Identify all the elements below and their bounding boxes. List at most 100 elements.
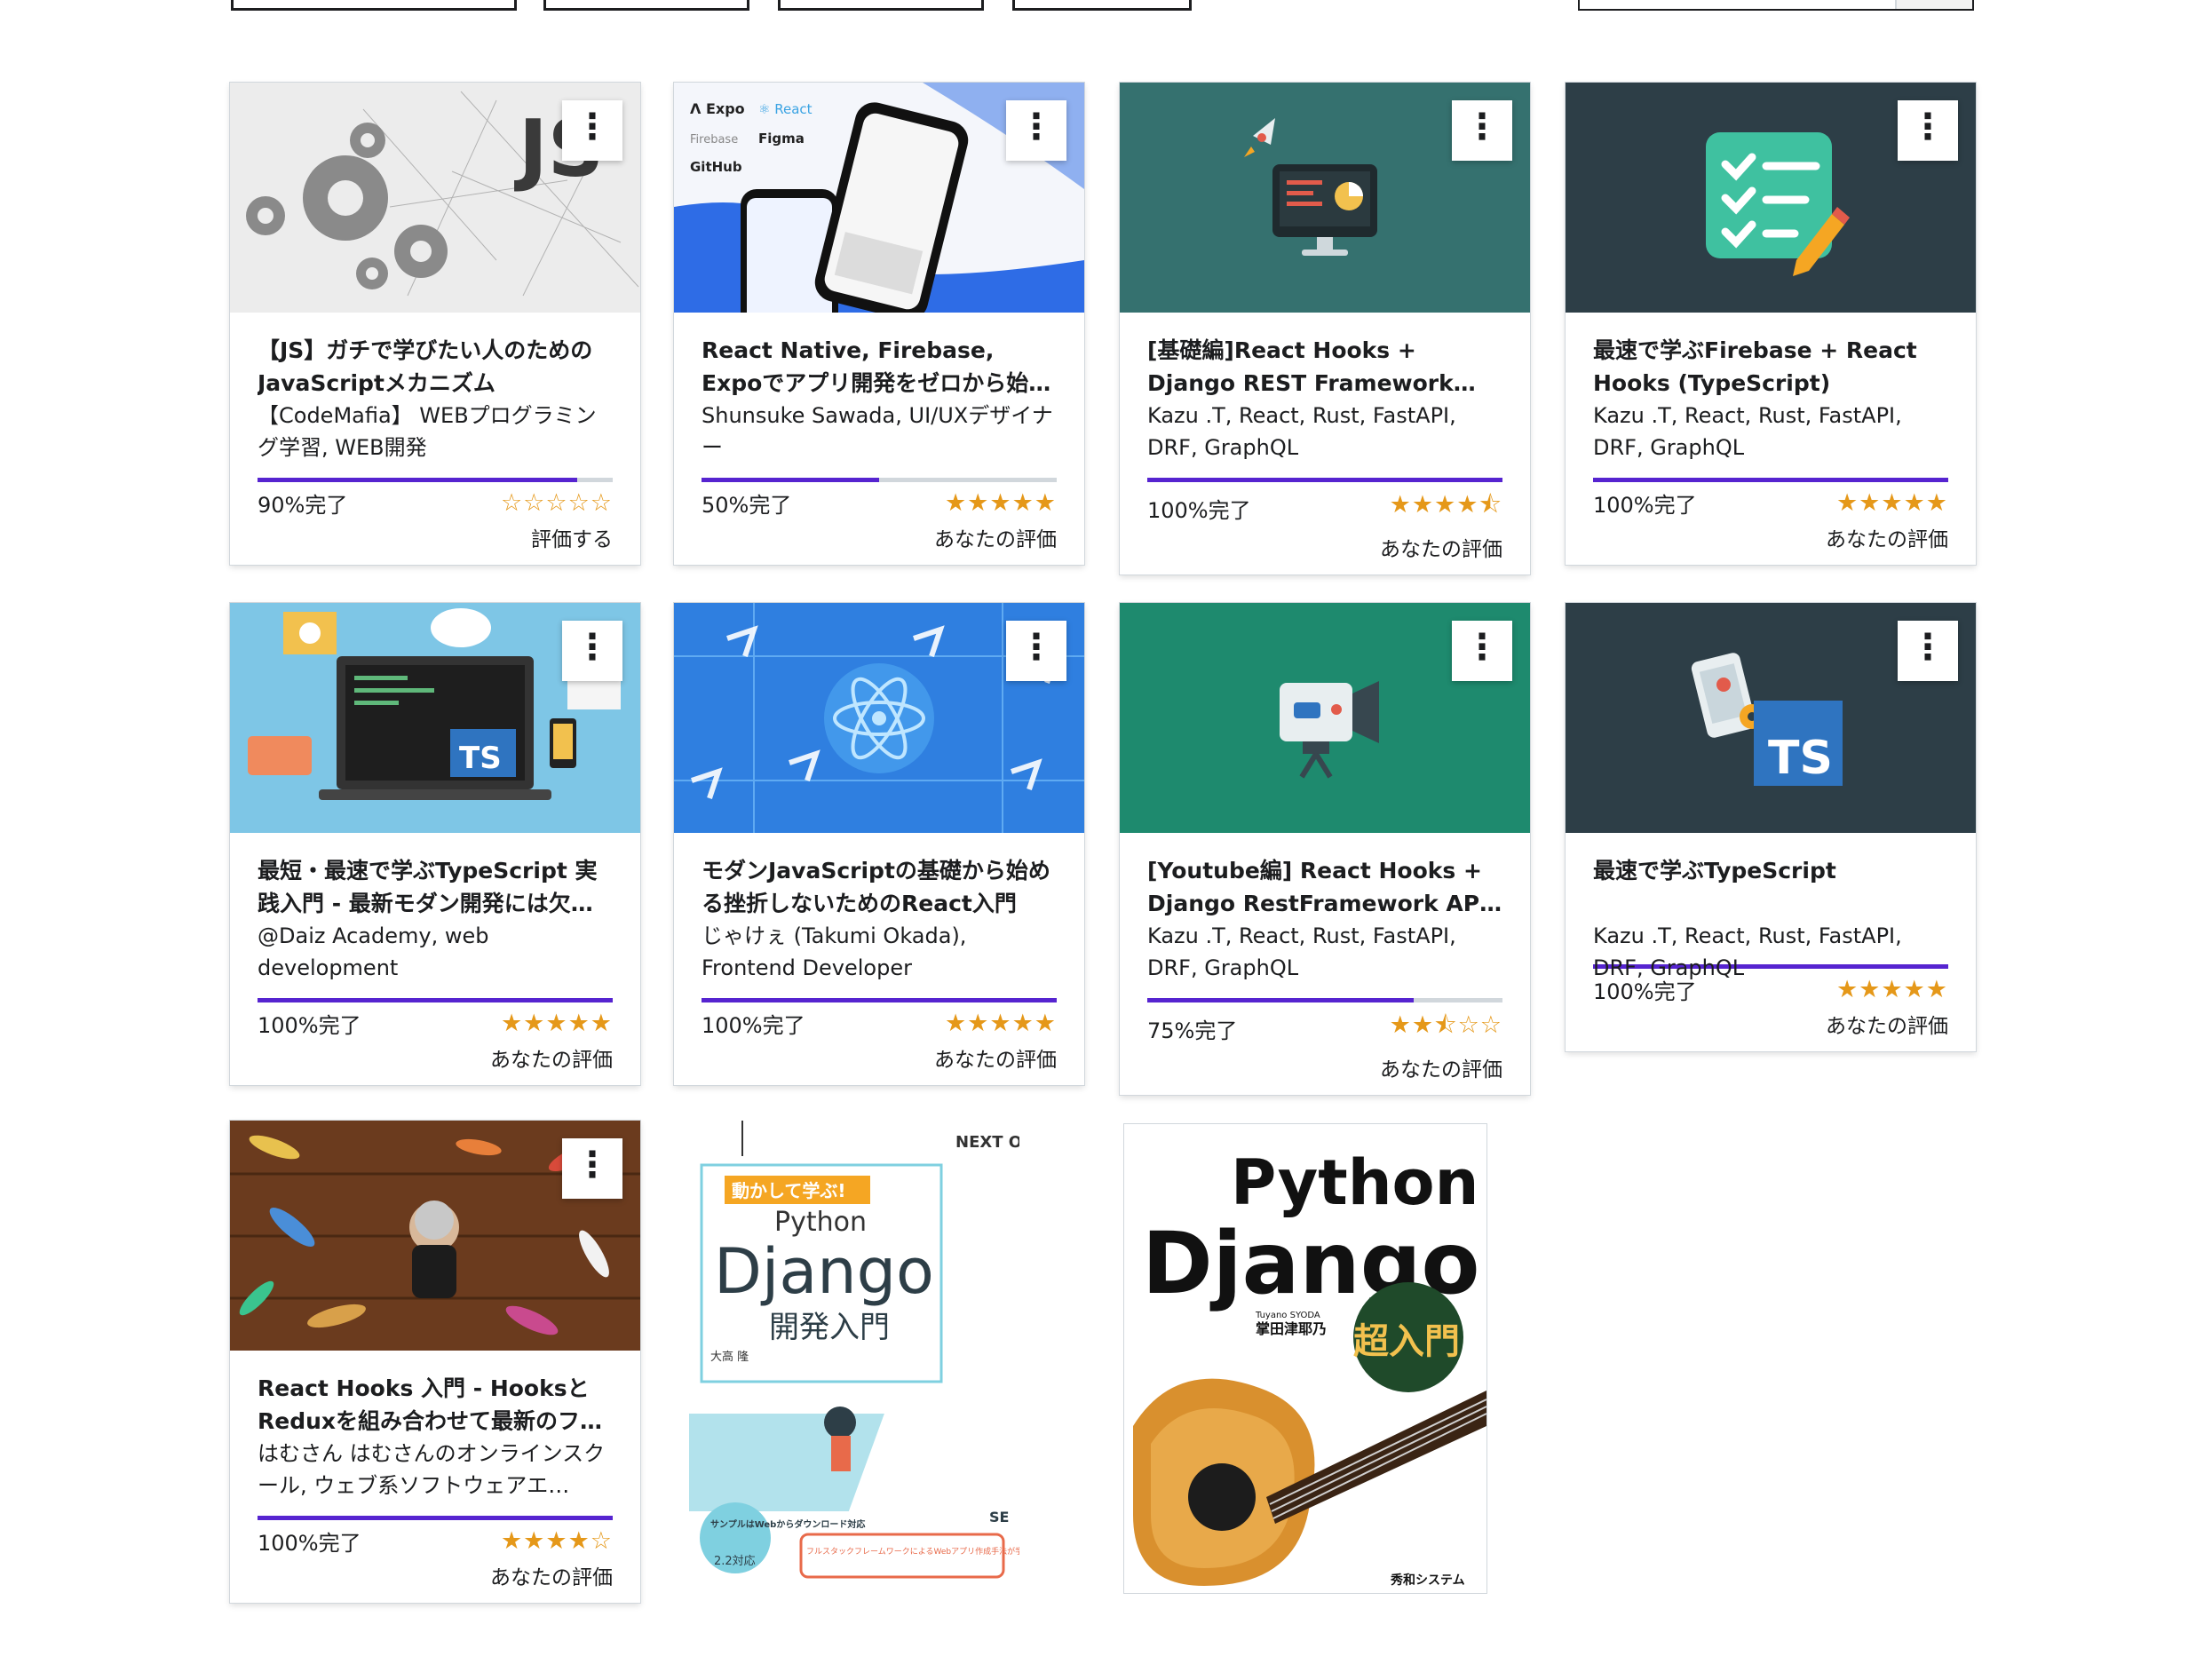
book-lang: Python bbox=[774, 1207, 867, 1238]
ts-badge-image: TS ⋮ bbox=[1566, 603, 1976, 833]
more-options-button[interactable]: ⋮ bbox=[1006, 100, 1066, 161]
laptop-ts-image: TS ⋮ bbox=[230, 603, 640, 833]
rating-stars[interactable]: ★★⯪☆☆ bbox=[1390, 1008, 1502, 1049]
course-title[interactable]: 最短・最速で学ぶTypeScript 実践入門 - 最新モダン開発には欠… bbox=[258, 854, 613, 920]
book-publisher: 秀和システム bbox=[1390, 1573, 1465, 1588]
book-author: 大高 隆 bbox=[710, 1350, 749, 1364]
progress-label: 100%完了 bbox=[702, 1013, 805, 1038]
progress-bar bbox=[258, 478, 613, 482]
rating-stars[interactable]: ★★★★★ bbox=[945, 489, 1057, 517]
progress-bar bbox=[258, 1516, 613, 1520]
progress-label: 50%完了 bbox=[702, 493, 792, 518]
checklist-image: ⋮ bbox=[1566, 83, 1976, 313]
more-options-button[interactable]: ⋮ bbox=[562, 100, 622, 161]
course-card[interactable]: ⋮ [基礎編]React Hooks + Django REST Framewo… bbox=[1120, 83, 1530, 575]
filter-dropdown-1[interactable] bbox=[231, 0, 517, 11]
search-button[interactable] bbox=[1895, 0, 1972, 9]
book-title: Django bbox=[714, 1235, 934, 1308]
more-options-button[interactable]: ⋮ bbox=[562, 1138, 622, 1199]
rating-stars[interactable]: ★★★★⯪ bbox=[1390, 487, 1502, 528]
progress-label: 90%完了 bbox=[258, 493, 348, 518]
monitor-rocket-image: ⋮ bbox=[1120, 83, 1530, 313]
progress-bar bbox=[1147, 998, 1502, 1002]
course-author: @Daiz Academy, web development bbox=[258, 923, 489, 980]
more-options-button[interactable]: ⋮ bbox=[1898, 100, 1958, 161]
progress-label: 100%完了 bbox=[1593, 979, 1697, 1004]
svg-text:TS: TS bbox=[459, 741, 502, 776]
course-card[interactable]: TS ⋮ 最短・最速で学ぶTypeScript 実践入門 - 最新モダン開発には… bbox=[230, 603, 640, 1085]
progress-label: 100%完了 bbox=[1147, 497, 1251, 523]
progress-label: 100%完了 bbox=[258, 1531, 361, 1556]
rating-stars[interactable]: ☆☆☆☆☆ bbox=[501, 489, 613, 517]
rating-label[interactable]: あなたの評価 bbox=[258, 1042, 613, 1073]
filter-dropdown-3[interactable] bbox=[778, 0, 984, 11]
book-publisher: SE bbox=[989, 1509, 1009, 1525]
phone-app-image: Λ Expo ⚛ React Firebase Figma GitHub ⋮ bbox=[674, 83, 1084, 313]
course-title[interactable]: モダンJavaScriptの基礎から始める挫折しないためのReact入門 bbox=[702, 854, 1057, 920]
more-options-button[interactable]: ⋮ bbox=[1452, 100, 1512, 161]
rating-label[interactable]: あなたの評価 bbox=[702, 522, 1057, 552]
rating-label[interactable]: 評価する bbox=[258, 522, 613, 552]
more-options-button[interactable]: ⋮ bbox=[562, 621, 622, 681]
book-line1: Python bbox=[1231, 1146, 1478, 1219]
course-author: Kazu .T, React, Rust, FastAPI, DRF, Grap… bbox=[1147, 923, 1456, 980]
book-bubble: サンプルはWebからダウンロード対応 bbox=[710, 1518, 865, 1530]
book-series: NEXT ONE bbox=[955, 1133, 1019, 1152]
course-card[interactable]: TS ⋮ 最速で学ぶTypeScript Kazu .T, React, Rus… bbox=[1566, 603, 1976, 1051]
rating-stars[interactable]: ★★★★★ bbox=[1836, 976, 1948, 1003]
kebab-icon: ⋮ bbox=[1910, 627, 1946, 668]
course-card[interactable]: JS ⋮ 【JS】ガチで学びたい人のためのJavaScriptメカニズム 【Co… bbox=[230, 83, 640, 565]
book-author-en: Tuyano SYODA bbox=[1255, 1311, 1320, 1320]
course-author: じゃけぇ (Takumi Okada), Frontend Developer bbox=[702, 923, 967, 980]
rating-label[interactable]: あなたの評価 bbox=[702, 1042, 1057, 1073]
progress-label: 75%完了 bbox=[1147, 1018, 1238, 1043]
book-version: 2.2対応 bbox=[714, 1555, 756, 1568]
rating-label[interactable]: あなたの評価 bbox=[1593, 1009, 1948, 1039]
svg-text:TS: TS bbox=[1768, 732, 1833, 785]
svg-text:Λ Expo: Λ Expo bbox=[690, 100, 745, 117]
course-title[interactable]: 最速で学ぶFirebase + React Hooks (TypeScript) bbox=[1593, 334, 1948, 400]
filter-dropdown-4[interactable] bbox=[1012, 0, 1192, 11]
rating-label[interactable]: あなたの評価 bbox=[1147, 1052, 1502, 1082]
rating-label[interactable]: あなたの評価 bbox=[1147, 532, 1502, 562]
course-title[interactable]: 【JS】ガチで学びたい人のためのJavaScriptメカニズム bbox=[258, 334, 613, 400]
rating-stars[interactable]: ★★★★★ bbox=[501, 1010, 613, 1037]
progress-label: 100%完了 bbox=[1593, 493, 1697, 518]
kebab-icon: ⋮ bbox=[575, 1145, 610, 1185]
kebab-icon: ⋮ bbox=[1910, 107, 1946, 147]
course-card[interactable]: ⋮ [Youtube編] React Hooks + Django RestFr… bbox=[1120, 603, 1530, 1095]
more-options-button[interactable]: ⋮ bbox=[1898, 621, 1958, 681]
course-title[interactable]: React Hooks 入門 - HooksとReduxを組み合わせて最新のフ… bbox=[258, 1372, 613, 1438]
more-options-button[interactable]: ⋮ bbox=[1006, 621, 1066, 681]
svg-text:⚛ React: ⚛ React bbox=[758, 101, 813, 117]
course-card[interactable]: Λ Expo ⚛ React Firebase Figma GitHub ⋮ R… bbox=[674, 83, 1084, 565]
progress-bar bbox=[702, 998, 1057, 1002]
course-title[interactable]: 最速で学ぶTypeScript bbox=[1593, 854, 1948, 920]
react-atom-image: ⋮ bbox=[674, 603, 1084, 833]
course-title[interactable]: [Youtube編] React Hooks + Django RestFram… bbox=[1147, 854, 1502, 920]
progress-bar bbox=[258, 998, 613, 1002]
kebab-icon: ⋮ bbox=[1464, 107, 1500, 147]
book-badge: 動かして学ぶ! bbox=[732, 1180, 846, 1201]
course-title[interactable]: [基礎編]React Hooks + Django REST Framework… bbox=[1147, 334, 1502, 400]
course-card[interactable]: ⋮ React Hooks 入門 - HooksとReduxを組み合わせて最新の… bbox=[230, 1121, 640, 1603]
course-title[interactable]: React Native, Firebase, Expoでアプリ開発をゼロから始… bbox=[702, 334, 1057, 400]
rating-label[interactable]: あなたの評価 bbox=[1593, 522, 1948, 552]
rating-label[interactable]: あなたの評価 bbox=[258, 1560, 613, 1590]
course-card[interactable]: ⋮ モダンJavaScriptの基礎から始める挫折しないためのReact入門 じ… bbox=[674, 603, 1084, 1085]
filter-dropdown-2[interactable] bbox=[543, 0, 749, 11]
book-cover-django-intro[interactable]: 動かして学ぶ! NEXT ONE Python Django 開発入門 大高 隆… bbox=[689, 1121, 1019, 1589]
course-author: Kazu .T, React, Rust, FastAPI, DRF, Grap… bbox=[1593, 403, 1902, 460]
book-cover-python-django[interactable]: Python Django 超入門 Tuyano SYODA 掌田津耶乃 秀和シ… bbox=[1124, 1124, 1486, 1593]
rating-stars[interactable]: ★★★★☆ bbox=[501, 1527, 613, 1555]
kebab-icon: ⋮ bbox=[1019, 107, 1054, 147]
search-input[interactable] bbox=[1578, 0, 1974, 11]
book-badge: 超入門 bbox=[1353, 1320, 1460, 1362]
rating-stars[interactable]: ★★★★★ bbox=[945, 1010, 1057, 1037]
kebab-icon: ⋮ bbox=[575, 627, 610, 668]
more-options-button[interactable]: ⋮ bbox=[1452, 621, 1512, 681]
rating-stars[interactable]: ★★★★★ bbox=[1836, 489, 1948, 517]
book-author: 掌田津耶乃 bbox=[1256, 1320, 1327, 1337]
kebab-icon: ⋮ bbox=[1464, 627, 1500, 668]
course-card[interactable]: ⋮ 最速で学ぶFirebase + React Hooks (TypeScrip… bbox=[1566, 83, 1976, 565]
